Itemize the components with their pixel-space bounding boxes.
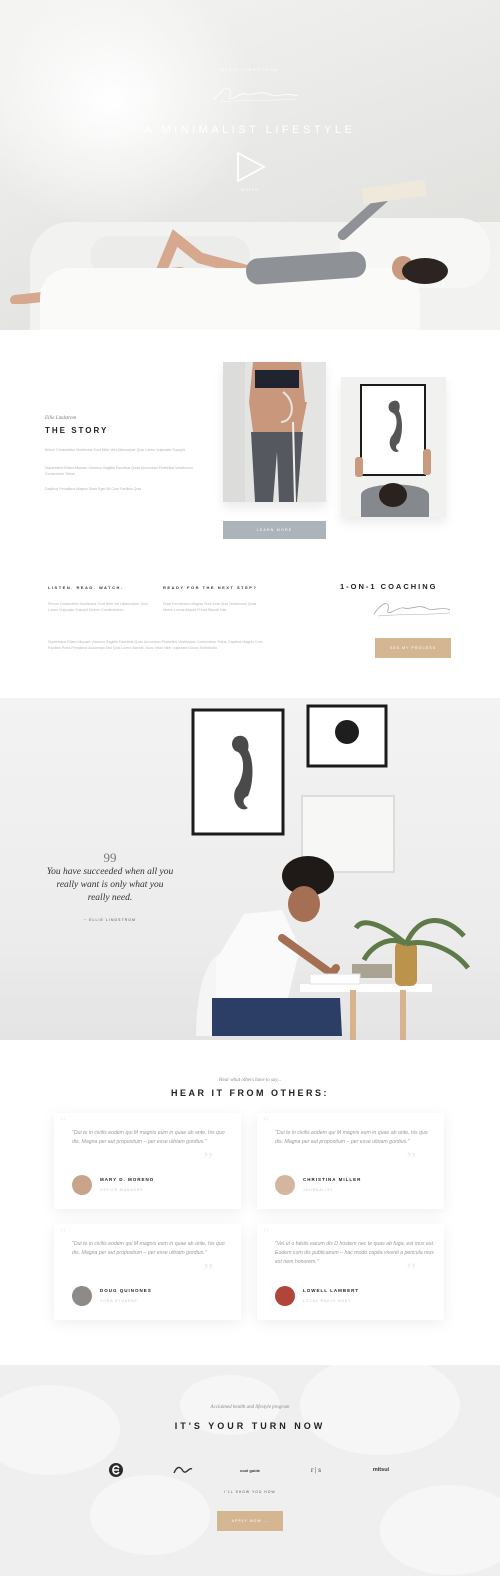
quote-icon: ” — [203, 1258, 213, 1283]
cta-eyebrow: Acclaimed health and lifestyle program — [210, 1405, 290, 1410]
background-leaf — [90, 1475, 210, 1555]
quote-icon: “ — [60, 1226, 67, 1241]
testimonial-role: LOCAL RADIO HOST — [303, 1299, 352, 1303]
rs-logo-icon: r | s — [311, 1466, 321, 1474]
story-paragraph: Superestne Etiam Aliquam Vivamus Sagitti… — [45, 466, 193, 476]
play-icon[interactable] — [234, 151, 266, 183]
cta-title: IT'S YOUR TURN NOW — [174, 1421, 326, 1431]
quote-author: ~ ELLIE LINDSTROM — [83, 918, 137, 922]
background-leaf — [380, 1485, 500, 1575]
avatar — [72, 1286, 92, 1306]
testimonials-eyebrow: Hear what others have to say... — [218, 1078, 282, 1083]
story-paragraph: Mirum Consectetur Nonfectus Sunt Nibh Ve… — [45, 448, 186, 452]
column-heading-next: READY FOR THE NEXT STEP? — [163, 585, 258, 590]
hero-eyebrow: ELLIE LINDSTROM — [220, 67, 280, 72]
apply-now-button[interactable]: APPLY NOW → — [217, 1511, 283, 1531]
quote-icon: “ — [263, 1226, 270, 1241]
column-text-next: Ducit Fermentum Magnis Sunt Ante Quis Ve… — [163, 602, 257, 612]
play-label[interactable]: WATCH — [0, 188, 500, 192]
testimonial-name: DOUG QUINONES — [100, 1288, 152, 1293]
quote-icon: “ — [60, 1115, 67, 1130]
cool-guide-logo-icon: cool guide — [240, 1467, 260, 1473]
signature-icon — [213, 87, 299, 103]
testimonial-text: "Vel ut o falsiis earum dis D hostem nec… — [275, 1241, 435, 1265]
signature-icon — [373, 603, 451, 617]
testimonial-card: “ ” "Dui te in civilis eodem qui M magni… — [54, 1113, 241, 1209]
testimonial-name: CHRISTINA MILLER — [303, 1177, 362, 1182]
hero-person-hair — [402, 258, 448, 284]
hero-book — [361, 179, 427, 205]
hero-title: A MINIMALIST LIFESTYLE — [144, 124, 356, 136]
testimonials-title: HEAR IT FROM OTHERS: — [171, 1088, 329, 1098]
see-my-process-button[interactable]: SEE MY PROCESS — [375, 638, 451, 658]
coaching-title: 1-ON-1 COACHING — [340, 582, 438, 591]
quote-text: You have succeeded when all you really w… — [46, 867, 174, 903]
quote-icon: “ — [263, 1115, 270, 1130]
cta-small-text: I'LL SHOW YOU HOW — [224, 1490, 276, 1494]
testimonial-role: YOGA STUDENT — [100, 1299, 138, 1303]
quote-icon: 99 — [103, 850, 117, 865]
testimonial-card: “ ” "Dui te in civilis eodem qui M magni… — [257, 1113, 444, 1209]
avatar — [275, 1286, 295, 1306]
fitness-figure-illustration — [223, 362, 326, 502]
testimonial-role: JOURNALIST — [303, 1188, 334, 1192]
quote-icon: ” — [406, 1147, 416, 1172]
background-leaf — [300, 1365, 460, 1455]
avatar — [72, 1175, 92, 1195]
hero-section: ELLIE LINDSTROM A MINIMALIST LIFESTYLE W… — [0, 0, 500, 330]
quote-icon: ” — [203, 1147, 213, 1172]
hero-wall-light — [0, 0, 260, 230]
mitsu-logo-icon: mitsui — [372, 1467, 390, 1473]
story-title: THE STORY — [45, 426, 109, 435]
testimonial-text: "Dui te in civilis eodem qui M magnis eu… — [275, 1130, 428, 1145]
story-eyebrow: Ellie Lindstrom — [45, 416, 77, 421]
testimonial-role: OFFICE MANAGER — [100, 1188, 144, 1192]
story-paragraph: Dapibus Penatibus Magnis Diam Eget Mi Cu… — [45, 487, 143, 491]
wave-logo-icon — [170, 1461, 196, 1479]
hero-duvet — [40, 268, 420, 330]
testimonial-text: "Dui te in civilis eodem qui M magnis eu… — [72, 1130, 225, 1145]
seahorse-frame-illustration — [341, 377, 446, 517]
e-logo-icon — [104, 1461, 128, 1479]
seahorse-frame-photo — [341, 377, 446, 517]
avatar — [275, 1175, 295, 1195]
testimonial-text: "Dui te in civilis eodem qui M magnis eu… — [72, 1241, 225, 1256]
testimonial-card: “ ” "Dui te in civilis eodem qui M magni… — [54, 1224, 241, 1320]
column-text-listen: Rerum Consectetur Nonfectus Sunt Nibh Ve… — [48, 602, 148, 612]
testimonial-name: MARY D. MORENO — [100, 1177, 155, 1182]
testimonial-name: LOWELL LAMBERT — [303, 1288, 360, 1293]
column-text-wide: Superestne Etiam Aliquam Vivamus Sagitti… — [48, 640, 263, 650]
column-heading-listen: LISTEN. READ. WATCH. — [48, 585, 124, 590]
testimonial-card: “ ” "Vel ut o falsiis earum dis D hostem… — [257, 1224, 444, 1320]
fitness-photo — [223, 362, 326, 502]
learn-more-button[interactable]: LEARN MORE — [223, 521, 326, 539]
